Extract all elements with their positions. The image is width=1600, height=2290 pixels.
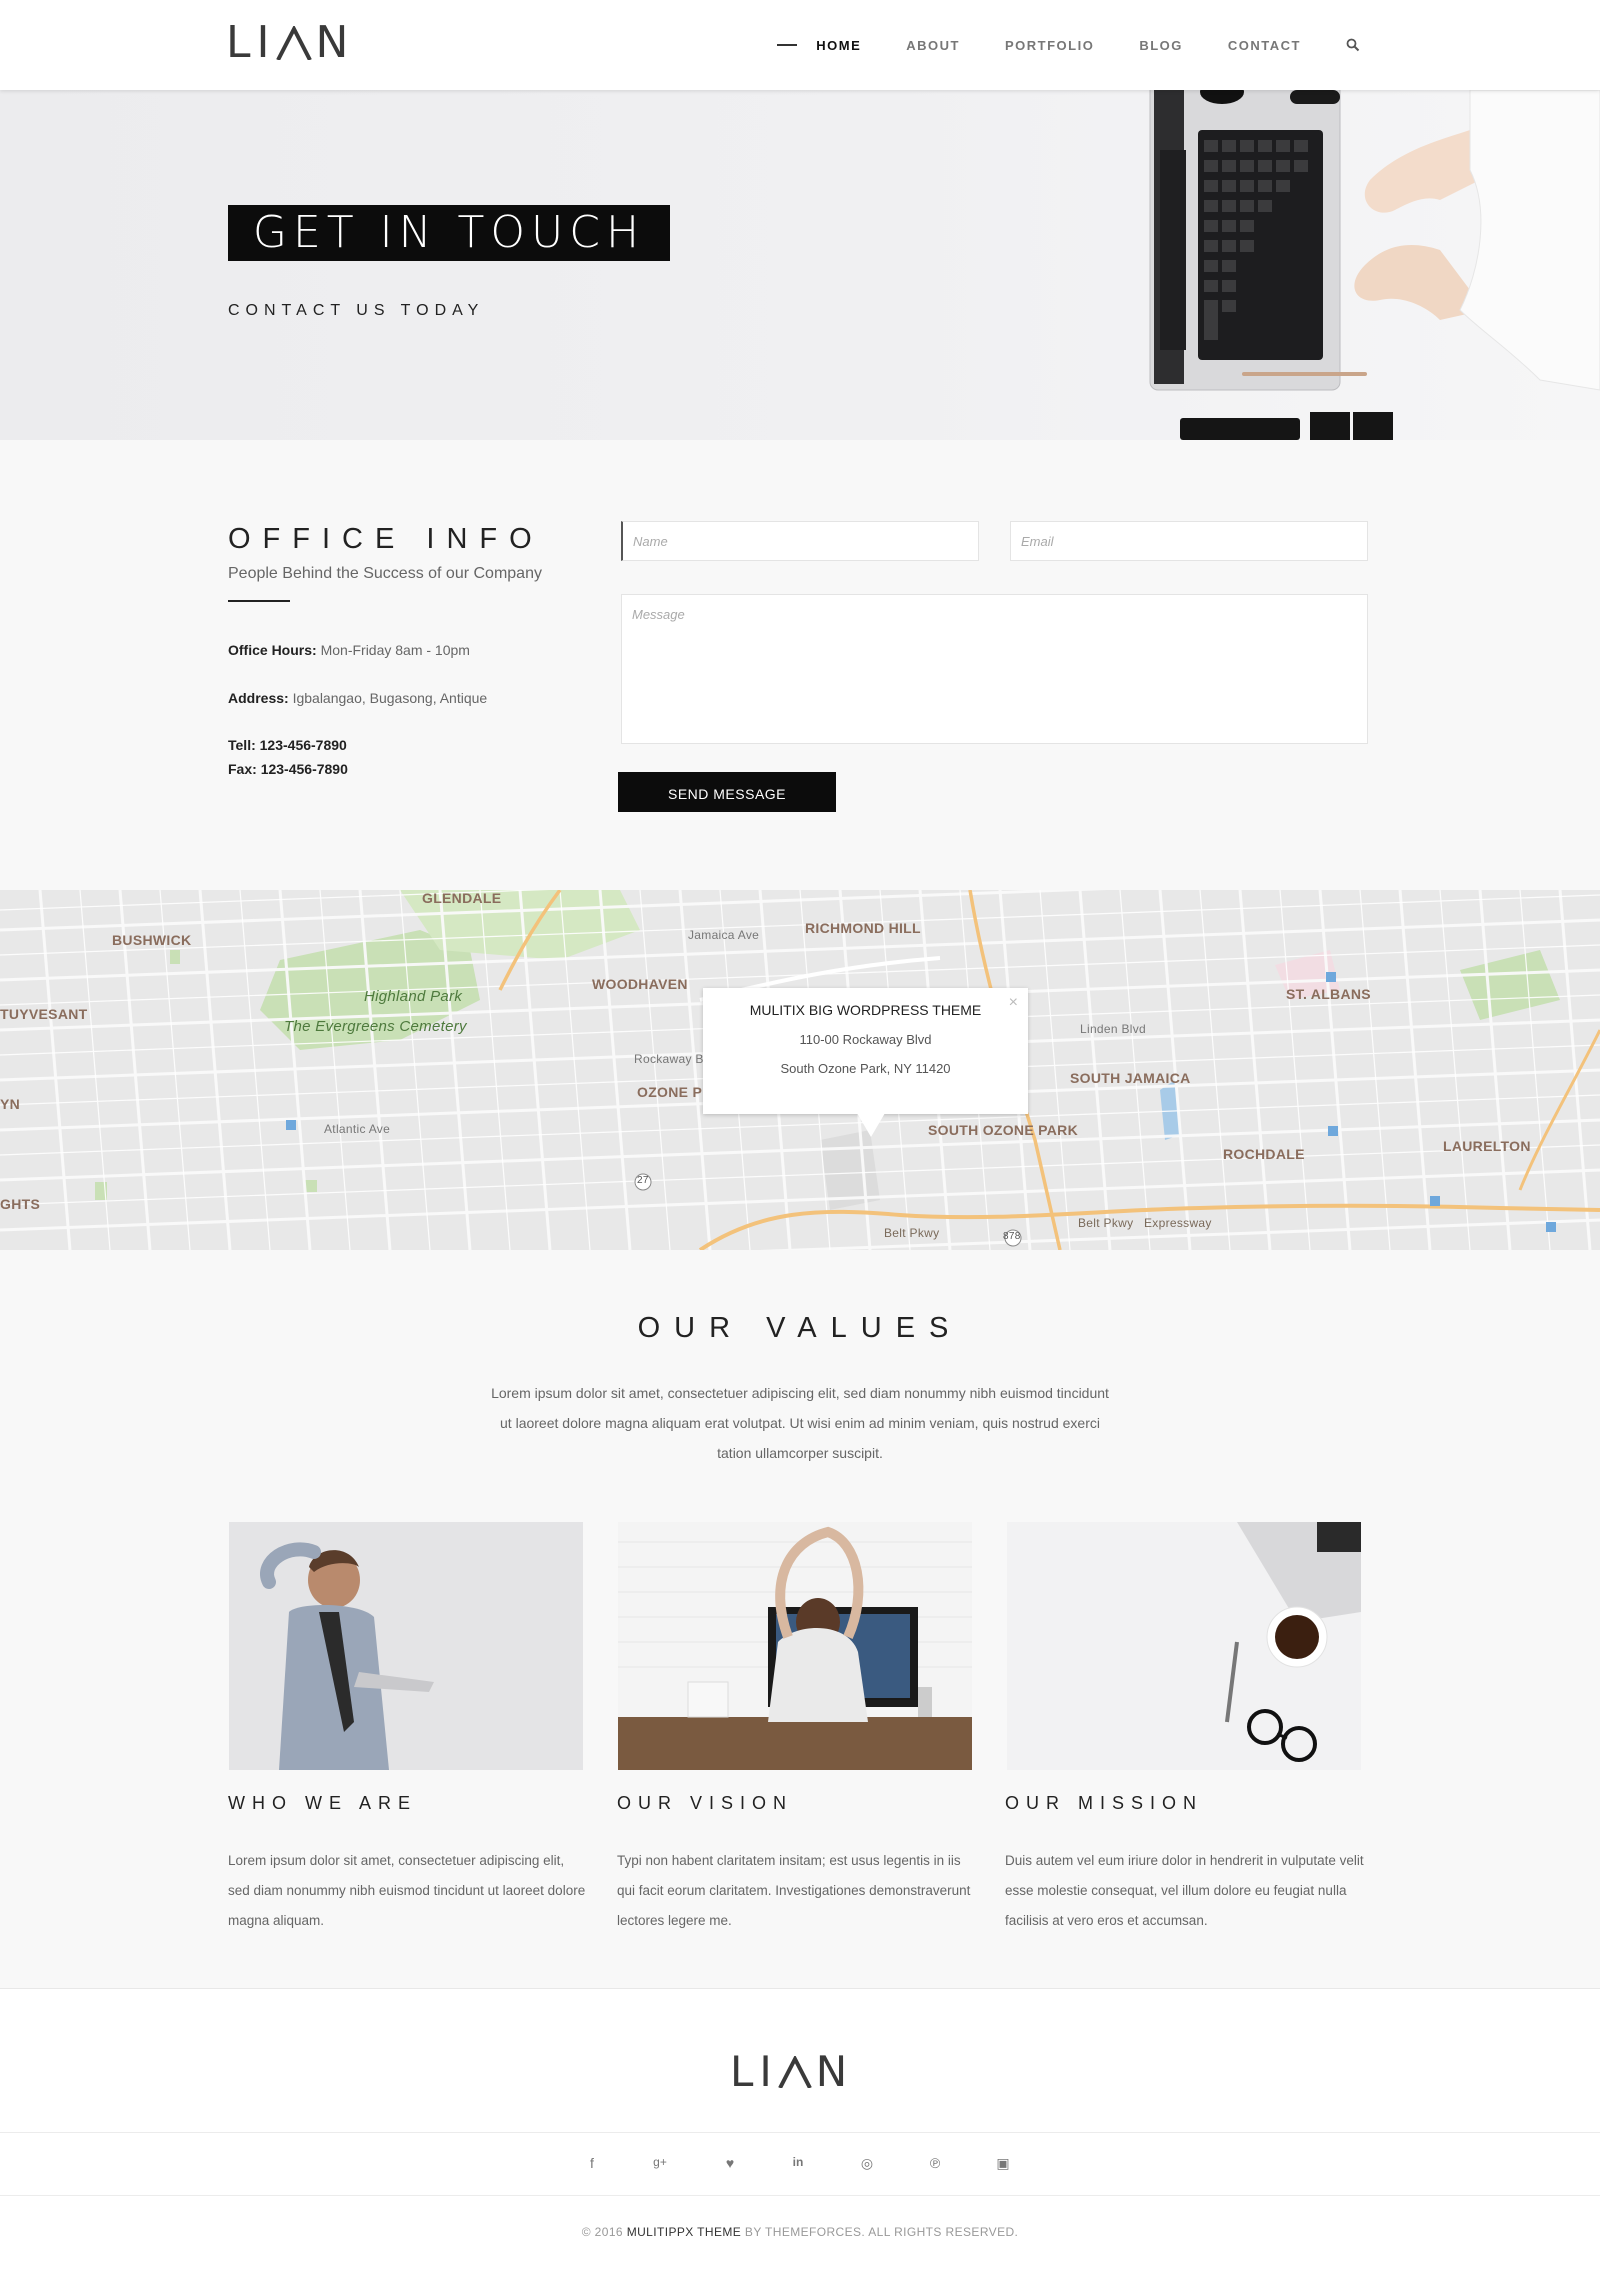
logo-triangle-icon [275, 26, 312, 60]
nav-about[interactable]: ABOUT [906, 38, 960, 53]
site-header: LI N HOME ABOUT PORTFOLIO BLOG CONTACT [0, 0, 1600, 90]
popup-address-line2: South Ozone Park, NY 11420 [780, 1061, 951, 1076]
map-label-evergreens: The Evergreens Cemetery [284, 1018, 467, 1035]
card-text-our-vision: Typi non habent claritatem insitam; est … [617, 1853, 971, 1928]
office-info-subtitle: People Behind the Success of our Company [228, 565, 542, 582]
hero-banner: GET IN TOUCH CONTACT US TODAY [0, 90, 1600, 440]
map-label-south-ozone-park: SOUTH OZONE PARK [928, 1122, 1078, 1138]
hero-subtitle: CONTACT US TODAY [228, 302, 485, 319]
nav-portfolio[interactable]: PORTFOLIO [1005, 38, 1094, 53]
social-links: f g+ ♥ in ◎ ℗ ▣ [0, 2132, 1600, 2196]
search-icon[interactable] [1346, 38, 1360, 52]
map-label-woodhaven: WOODHAVEN [592, 976, 688, 992]
main-nav: HOME ABOUT PORTFOLIO BLOG CONTACT [777, 0, 1360, 90]
map-label-glendale: GLENDALE [422, 890, 502, 906]
map-label-laurelton: LAURELTON [1443, 1138, 1531, 1154]
map-label-atlantic-ave: Atlantic Ave [324, 1122, 391, 1136]
office-tel: Tell: 123-456-7890 [228, 737, 347, 753]
card-title-our-vision: OUR VISION [617, 1793, 794, 1813]
office-fax: Fax: 123-456-7890 [228, 761, 348, 777]
hero-laptop-image [1149, 90, 1600, 440]
map-label-rochdale: ROCHDALE [1223, 1146, 1305, 1162]
map-label-belt-pkwy: Belt Pkwy [884, 1226, 940, 1240]
map-label-highland-park: Highland Park [364, 988, 463, 1005]
map-label-st-albans: ST. ALBANS [1286, 986, 1371, 1002]
map-label-south-jamaica: SOUTH JAMAICA [1070, 1070, 1191, 1086]
popup-pointer [857, 1113, 885, 1137]
map-label-rockaway-blvd: Rockaway B [634, 1052, 704, 1066]
close-icon[interactable]: × [1009, 994, 1018, 1012]
divider [228, 600, 290, 602]
map-label-expressway: Expressway [1144, 1216, 1212, 1230]
active-indicator [777, 44, 798, 46]
copyright: © 2016 MULITIPPX THEME BY THEMEFORCES. A… [581, 2225, 1019, 2239]
map-label-yn: YN [0, 1096, 21, 1112]
map-label-jamaica-ave: Jamaica Ave [688, 928, 760, 942]
office-info-title: OFFICE INFO [228, 523, 544, 555]
footer-logo[interactable]: LI N [730, 2050, 849, 2094]
popup-address-line1: 110-00 Rockaway Blvd [799, 1032, 932, 1047]
popup-title: MULITIX BIG WORDPRESS THEME [749, 1002, 982, 1018]
pinterest-icon[interactable]: ℗ [925, 2155, 945, 2171]
card-title-our-mission: OUR MISSION [1005, 1793, 1204, 1813]
send-message-button[interactable]: SEND MESSAGE [618, 772, 836, 812]
linkedin-icon[interactable]: in [788, 2155, 808, 2169]
facebook-icon[interactable]: f [582, 2155, 602, 2171]
our-mission-image [1007, 1522, 1361, 1770]
map-label-bushwick: BUSHWICK [112, 932, 192, 948]
site-footer: LI N f g+ ♥ in ◎ ℗ ▣ © 2016 MULITIPPX TH… [0, 1988, 1600, 2290]
values-intro: Lorem ipsum dolor sit amet, consectetuer… [491, 1385, 1109, 1461]
map-label-linden-blvd: Linden Blvd [1080, 1022, 1147, 1036]
email-input[interactable]: Email [1010, 521, 1368, 561]
card-text-our-mission: Duis autem vel eum iriure dolor in hendr… [1005, 1853, 1364, 1928]
map-info-popup: × MULITIX BIG WORDPRESS THEME 110-00 Roc… [703, 988, 1028, 1114]
twitter-icon[interactable]: ♥ [720, 2155, 740, 2171]
card-title-who-we-are: WHO WE ARE [228, 1793, 418, 1813]
nav-blog[interactable]: BLOG [1139, 38, 1183, 53]
card-text-who-we-are: Lorem ipsum dolor sit amet, consectetuer… [228, 1853, 586, 1928]
map-label-ozone: OZONE P [637, 1084, 703, 1100]
map-label-richmond-hill: RICHMOND HILL [805, 920, 921, 936]
message-textarea[interactable]: Message [621, 594, 1368, 744]
map-label-route-878: 878 [1003, 1231, 1021, 1242]
office-address: Address: Igbalangao, Bugasong, Antique [228, 690, 488, 706]
nav-home[interactable]: HOME [816, 38, 861, 53]
map-label-route-27: 27 [637, 1175, 649, 1186]
our-vision-image [618, 1522, 972, 1770]
copyright-brand-link[interactable]: MULITIPPX THEME [627, 2225, 741, 2239]
logo-triangle-icon [778, 2056, 812, 2088]
name-input[interactable]: Name [621, 521, 979, 561]
who-we-are-image [229, 1522, 583, 1770]
instagram-icon[interactable]: ▣ [993, 2155, 1013, 2172]
hero-title: GET IN TOUCH [228, 205, 670, 261]
map-label-stuyvesant: TUYVESANT [0, 1006, 88, 1022]
google-plus-icon[interactable]: g+ [650, 2155, 670, 2169]
office-hours: Office Hours: Mon-Friday 8am - 10pm [228, 642, 470, 658]
values-title: OUR VALUES [637, 1312, 963, 1344]
site-logo[interactable]: LI N [226, 20, 350, 66]
dribbble-icon[interactable]: ◎ [857, 2155, 877, 2172]
nav-contact[interactable]: CONTACT [1228, 38, 1301, 53]
map-label-heights: GHTS [0, 1196, 41, 1212]
map-label-belt-pkwy-2: Belt Pkwy [1078, 1216, 1134, 1230]
